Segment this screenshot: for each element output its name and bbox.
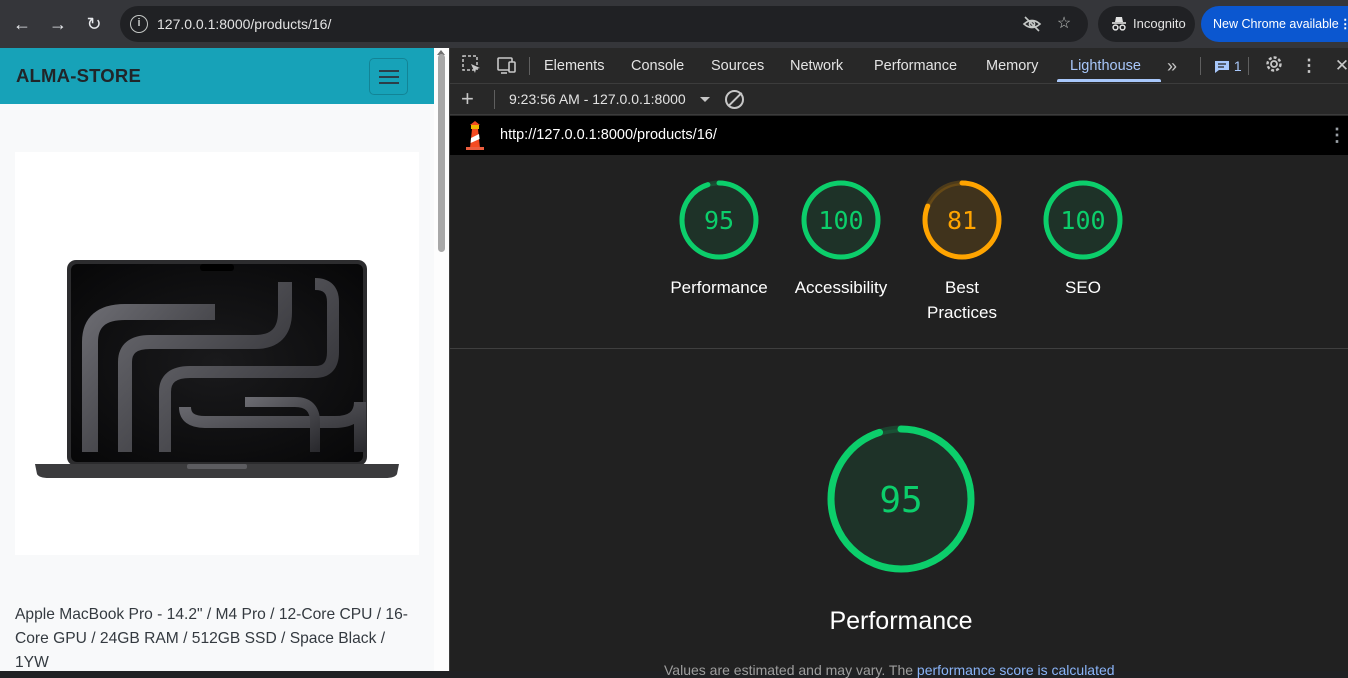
new-chrome-button[interactable]: New Chrome available ⋮: [1201, 6, 1348, 42]
eye-off-icon[interactable]: [1022, 14, 1042, 34]
more-vert-icon[interactable]: ⋮: [1339, 6, 1348, 42]
gauge-score: 95: [704, 206, 734, 235]
gauge-score: 81: [947, 206, 977, 235]
issues-count: 1: [1233, 58, 1242, 74]
gauge-label: Best Practices: [927, 278, 997, 322]
inspect-element-icon[interactable]: [460, 54, 484, 78]
new-report-icon[interactable]: +: [461, 86, 474, 112]
site-info-icon[interactable]: i: [130, 15, 148, 33]
toolbar-divider: [1200, 57, 1201, 75]
incognito-label: Incognito: [1133, 16, 1186, 31]
incognito-badge[interactable]: Incognito: [1098, 6, 1195, 42]
reload-icon[interactable]: ↻: [82, 12, 106, 36]
customize-kebab-icon[interactable]: ⋮: [1297, 54, 1321, 78]
report-menu-icon[interactable]: ⋮: [1328, 116, 1346, 154]
score-calculation-link[interactable]: performance score is calculated: [917, 662, 1115, 678]
forward-icon[interactable]: →: [46, 12, 70, 36]
clear-reports-icon[interactable]: [725, 90, 744, 109]
issues-button[interactable]: 1: [1214, 48, 1242, 84]
tab-sources[interactable]: Sources: [711, 48, 764, 84]
gauge-seo[interactable]: 100 SEO: [1028, 179, 1138, 300]
performance-main-gauge[interactable]: 95: [825, 423, 977, 575]
devtools-panel: Elements Console Sources Network Perform…: [449, 48, 1348, 678]
close-devtools-icon[interactable]: ✕: [1330, 54, 1348, 78]
score-note: Values are estimated and may vary. The p…: [664, 662, 1115, 678]
address-url[interactable]: 127.0.0.1:8000/products/16/: [157, 6, 331, 42]
hamburger-icon: [379, 82, 399, 84]
tab-elements[interactable]: Elements: [544, 48, 604, 84]
gauge-score: 100: [818, 206, 863, 235]
gauge-score: 100: [1060, 206, 1105, 235]
hamburger-icon: [379, 76, 399, 78]
gauge-performance[interactable]: 95 Performance: [664, 179, 774, 300]
new-chrome-label: New Chrome available: [1213, 17, 1339, 31]
toolbar-divider: [529, 57, 530, 75]
scrollbar-thumb[interactable]: [438, 54, 445, 252]
tab-performance[interactable]: Performance: [874, 48, 957, 84]
hamburger-icon: [379, 70, 399, 72]
devtools-tabbar: Elements Console Sources Network Perform…: [450, 48, 1348, 84]
tab-memory[interactable]: Memory: [986, 48, 1038, 84]
performance-main-title: Performance: [829, 607, 973, 635]
address-bar[interactable]: i 127.0.0.1:8000/products/16/ ☆: [120, 6, 1088, 42]
tab-network[interactable]: Network: [790, 48, 843, 84]
toolbar-divider: [494, 90, 495, 109]
site-brand[interactable]: ALMA-STORE: [16, 48, 141, 104]
bookmark-star-icon[interactable]: ☆: [1054, 14, 1074, 34]
lighthouse-logo-icon: [466, 121, 484, 150]
dropdown-caret-icon[interactable]: [700, 97, 710, 102]
toolbar-divider: [1248, 57, 1249, 75]
navbar-toggler-button[interactable]: [369, 58, 408, 95]
settings-gear-icon[interactable]: [1262, 54, 1286, 78]
more-tabs-icon[interactable]: »: [1160, 54, 1184, 78]
lighthouse-toolbar: + 9:23:56 AM - 127.0.0.1:8000: [450, 84, 1348, 115]
device-toolbar-icon[interactable]: [494, 54, 518, 78]
product-image: [15, 152, 419, 555]
browser-toolbar: ← → ↻ i 127.0.0.1:8000/products/16/ ☆ In…: [0, 0, 1348, 48]
report-url-bar: http://127.0.0.1:8000/products/16/ ⋮: [450, 116, 1348, 155]
tab-console[interactable]: Console: [631, 48, 684, 84]
gauge-accessibility[interactable]: 100 Accessibility: [786, 179, 896, 300]
web-page: ALMA-STORE Apple MacBook Pro - 14.2" / M…: [0, 48, 434, 671]
site-navbar: ALMA-STORE: [0, 48, 434, 104]
gauge-best-practices[interactable]: 81 Best Practices: [907, 179, 1017, 325]
report-url[interactable]: http://127.0.0.1:8000/products/16/: [500, 116, 717, 154]
product-title: Apple MacBook Pro - 14.2" / M4 Pro / 12-…: [15, 606, 408, 671]
active-tab-indicator: [1057, 79, 1161, 82]
back-icon[interactable]: ←: [10, 12, 34, 36]
performance-main-score: 95: [879, 480, 922, 521]
gauge-label: Accessibility: [794, 278, 888, 297]
report-selector[interactable]: 9:23:56 AM - 127.0.0.1:8000: [509, 84, 686, 114]
gauge-label: Performance: [670, 278, 768, 297]
score-note-text: Values are estimated and may vary. The: [664, 662, 917, 678]
issues-icon: [1215, 61, 1229, 74]
incognito-icon: [1112, 17, 1126, 31]
gauge-label: SEO: [1065, 278, 1101, 297]
page-scrollbar[interactable]: [434, 48, 449, 671]
lighthouse-report: 95 Performance 100 Accessibility 81 Best Pract…: [450, 155, 1348, 678]
section-divider: [450, 348, 1348, 349]
